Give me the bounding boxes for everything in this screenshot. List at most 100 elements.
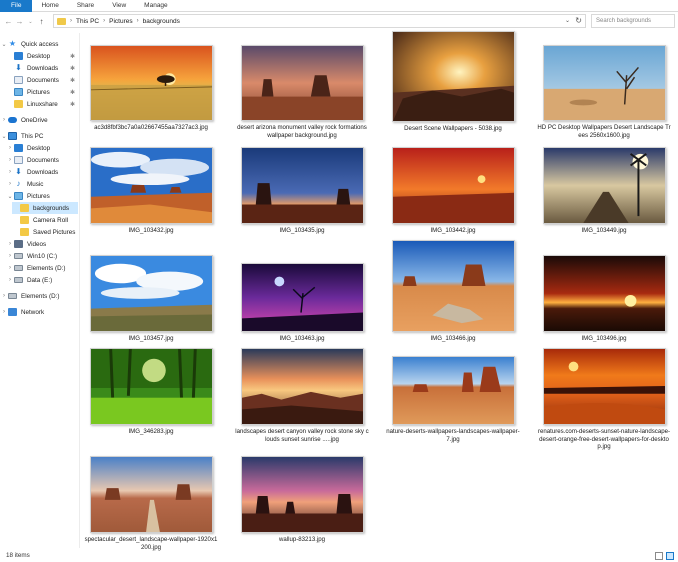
thumbnail-image xyxy=(240,263,364,332)
file-item[interactable]: IMG_103435.jpg xyxy=(235,147,369,235)
nav-pc-pictures[interactable]: ⌄ Pictures xyxy=(6,190,80,202)
file-item[interactable]: IMG_103449.jpg xyxy=(537,147,671,235)
nav-onedrive[interactable]: › OneDrive xyxy=(0,114,80,126)
chevron-right-icon[interactable]: › xyxy=(6,145,14,151)
address-bar[interactable]: › This PC › Pictures › backgrounds ⌄ ↻ xyxy=(53,14,586,28)
chevron-right-icon[interactable]: › xyxy=(0,293,8,299)
breadcrumb-this-pc[interactable]: This PC xyxy=(76,18,99,25)
tab-share[interactable]: Share xyxy=(68,0,103,12)
nav-pc-music[interactable]: › ♪ Music xyxy=(6,178,80,190)
file-item[interactable]: IMG_103457.jpg xyxy=(84,255,218,343)
thumbnail-image xyxy=(240,456,364,533)
nav-quick-access[interactable]: ⌄ ★ Quick access xyxy=(0,38,80,50)
chevron-right-icon[interactable]: › xyxy=(6,181,14,187)
file-item[interactable]: nature-deserts-wallpapers-landscapes-wal… xyxy=(386,356,520,443)
refresh-icon[interactable]: ↻ xyxy=(575,16,582,25)
computer-icon xyxy=(8,132,17,140)
navigation-pane: ⌄ ★ Quick access Desktop ✱ ⬇ Downloads ✱… xyxy=(0,33,80,548)
nav-label: Documents xyxy=(27,156,59,164)
file-item[interactable]: HD PC Desktop Wallpapers Desert Landscap… xyxy=(537,45,671,139)
chevron-right-icon[interactable]: › xyxy=(6,253,14,259)
nav-pc-documents[interactable]: › Documents xyxy=(6,154,80,166)
pin-icon: ✱ xyxy=(69,65,75,72)
file-item[interactable]: IMG_103496.jpg xyxy=(537,255,671,343)
thumbnail-image xyxy=(240,348,364,425)
address-dropdown-icon[interactable]: ⌄ xyxy=(565,17,570,24)
chevron-right-icon[interactable]: › xyxy=(6,241,14,247)
nav-label: Win10 (C:) xyxy=(27,252,58,260)
nav-label: Desktop xyxy=(27,52,51,60)
file-name: HD PC Desktop Wallpapers Desert Landscap… xyxy=(537,124,671,139)
nav-pic-backgrounds[interactable]: backgrounds xyxy=(12,202,78,214)
file-name: IMG_346283.jpg xyxy=(128,428,174,435)
up-arrow-icon[interactable]: ↑ xyxy=(36,15,47,29)
forward-arrow-icon[interactable]: → xyxy=(14,15,25,29)
download-arrow-icon: ⬇ xyxy=(15,167,22,176)
chevron-right-icon[interactable]: › xyxy=(0,117,8,123)
chevron-right-icon[interactable]: › xyxy=(6,157,14,163)
star-icon: ★ xyxy=(8,39,17,48)
nav-label: Elements (D:) xyxy=(21,292,60,300)
chevron-down-icon[interactable]: ⌄ xyxy=(0,133,8,140)
details-view-icon[interactable] xyxy=(655,552,663,560)
file-item[interactable]: renatures.com-deserts-sunset-nature-land… xyxy=(537,348,671,451)
drive-icon xyxy=(8,293,17,299)
thumbnail-image xyxy=(391,240,515,332)
nav-network[interactable]: › Network xyxy=(0,306,80,318)
file-item[interactable]: IMG_346283.jpg xyxy=(84,348,218,436)
nav-label: Network xyxy=(21,308,45,316)
file-item[interactable]: IMG_103463.jpg xyxy=(235,263,369,343)
large-icons-view-icon[interactable] xyxy=(666,552,674,560)
nav-pc-videos[interactable]: › Videos xyxy=(6,238,80,250)
nav-this-pc[interactable]: ⌄ This PC xyxy=(0,130,80,142)
nav-drive-e[interactable]: › Data (E:) xyxy=(6,274,80,286)
breadcrumb-backgrounds[interactable]: backgrounds xyxy=(143,18,180,25)
nav-pc-downloads[interactable]: › ⬇ Downloads xyxy=(6,166,80,178)
item-count: 18 items xyxy=(6,552,30,559)
chevron-right-icon[interactable]: › xyxy=(6,169,14,175)
chevron-right-icon[interactable]: › xyxy=(0,309,8,315)
nav-qa-desktop[interactable]: Desktop ✱ xyxy=(6,50,80,62)
desktop-icon xyxy=(14,144,23,152)
status-bar: 18 items xyxy=(0,550,678,562)
file-item[interactable]: Desert Scene Wallpapers - 5038.jpg xyxy=(386,31,520,133)
nav-pic-camera-roll[interactable]: Camera Roll xyxy=(12,214,78,226)
nav-qa-linuxshare[interactable]: Linuxshare ✱ xyxy=(6,98,80,110)
file-item[interactable]: IMG_103466.jpg xyxy=(386,240,520,343)
back-arrow-icon[interactable]: ← xyxy=(3,15,14,29)
nav-pic-saved-pictures[interactable]: Saved Pictures xyxy=(12,226,78,238)
nav-qa-pictures[interactable]: Pictures ✱ xyxy=(6,86,80,98)
file-item[interactable]: wallup-83213.jpg xyxy=(235,456,369,544)
nav-drive-c[interactable]: › Win10 (C:) xyxy=(6,250,80,262)
file-item[interactable]: spectacular_desert_landscape-wallpaper-1… xyxy=(84,456,218,551)
nav-qa-documents[interactable]: Documents ✱ xyxy=(6,74,80,86)
chevron-down-icon[interactable]: ⌄ xyxy=(0,41,8,48)
file-item[interactable]: desert arizona monument valley rock form… xyxy=(235,45,369,139)
nav-pc-desktop[interactable]: › Desktop xyxy=(6,142,80,154)
folder-icon xyxy=(14,100,23,108)
file-item[interactable]: landscapes desert canyon valley rock sto… xyxy=(235,348,369,443)
nav-label: Desktop xyxy=(27,144,51,152)
chevron-right-icon[interactable]: › xyxy=(6,277,14,283)
file-name: spectacular_desert_landscape-wallpaper-1… xyxy=(84,536,218,551)
file-item[interactable]: IMG_103432.jpg xyxy=(84,147,218,235)
nav-qa-downloads[interactable]: ⬇ Downloads ✱ xyxy=(6,62,80,74)
tab-file[interactable]: File xyxy=(0,0,33,12)
recent-locations-chevron-icon[interactable]: ⌄ xyxy=(25,15,36,29)
tab-manage[interactable]: Manage xyxy=(135,0,177,12)
documents-icon xyxy=(14,156,23,164)
nav-label: OneDrive xyxy=(21,116,48,124)
file-item[interactable]: ac3d8fbf3bc7a0a02667455aa7327ac3.jpg xyxy=(84,45,218,132)
chevron-right-icon[interactable]: › xyxy=(6,265,14,271)
file-name: IMG_103435.jpg xyxy=(279,227,325,234)
pictures-icon xyxy=(14,88,23,96)
search-input[interactable]: Search backgrounds xyxy=(591,14,675,28)
pin-icon: ✱ xyxy=(69,77,75,84)
tab-view[interactable]: View xyxy=(103,0,135,12)
breadcrumb-pictures[interactable]: Pictures xyxy=(109,18,132,25)
file-item[interactable]: IMG_103442.jpg xyxy=(386,147,520,235)
nav-drive-d[interactable]: › Elements (D:) xyxy=(6,262,80,274)
nav-elements-d[interactable]: › Elements (D:) xyxy=(0,290,80,302)
chevron-down-icon[interactable]: ⌄ xyxy=(6,193,14,200)
tab-home[interactable]: Home xyxy=(32,0,67,12)
